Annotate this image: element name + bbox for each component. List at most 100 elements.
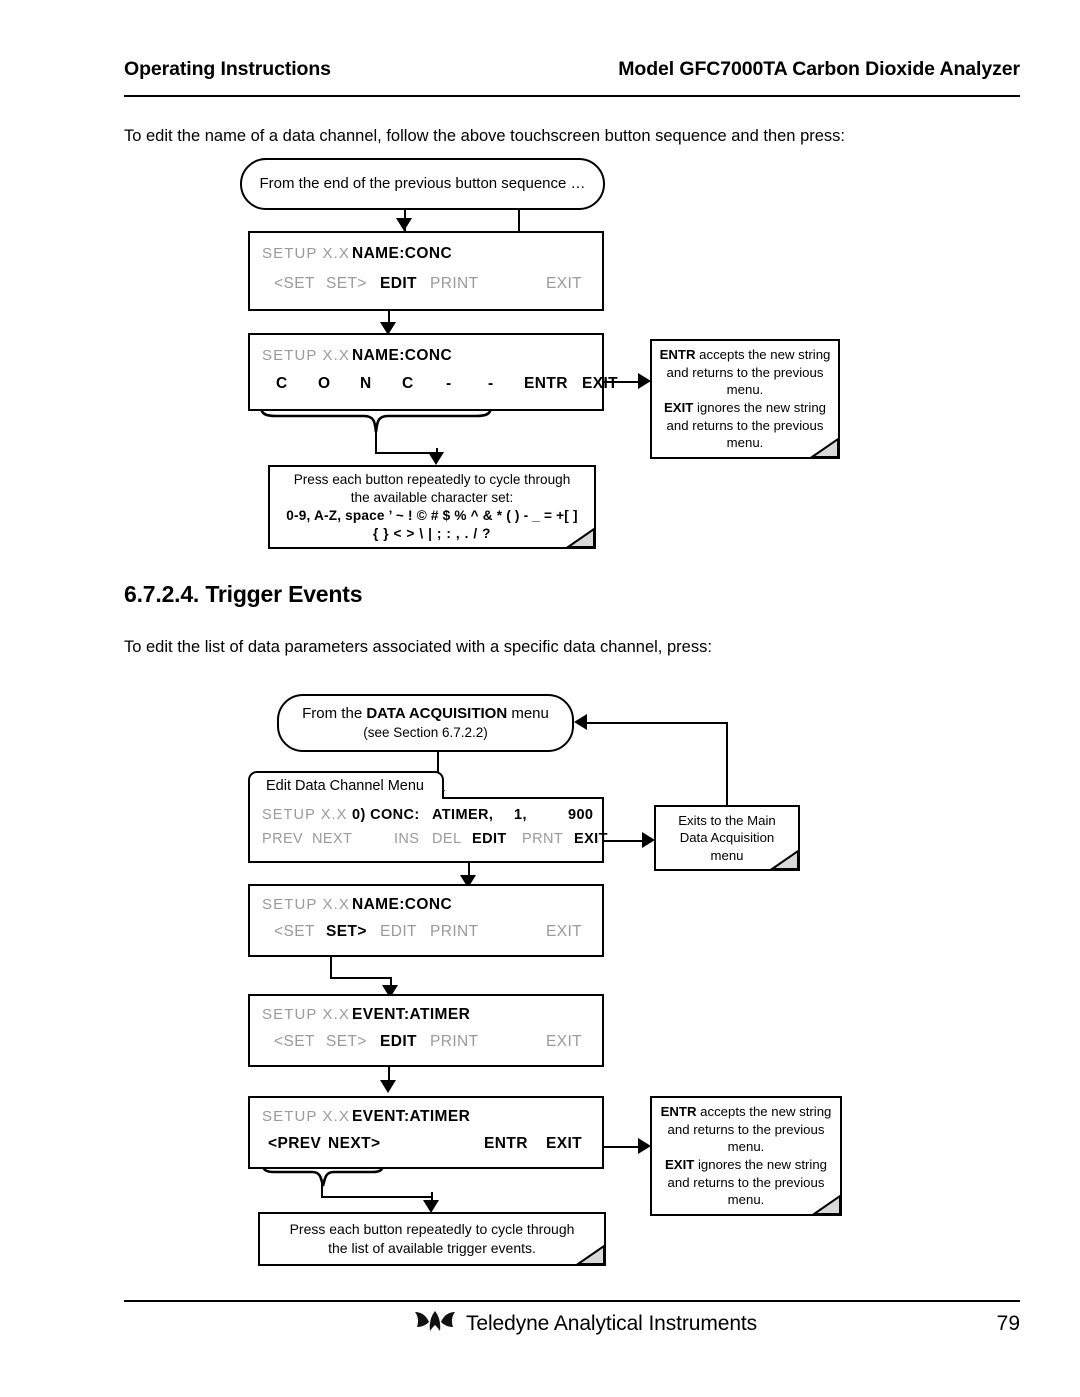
intro-paragraph-1: To edit the name of a data channel, foll… — [124, 127, 845, 145]
flow1-display-1-button-edit[interactable]: EDIT — [380, 275, 417, 293]
flow2-exit-return-arrow — [574, 714, 587, 730]
flow2-display-2-button-exit[interactable]: EXIT — [546, 923, 582, 941]
flow1-display-1-button-exit[interactable]: EXIT — [546, 275, 582, 293]
flow1-brace-stem-vline — [375, 430, 377, 452]
flow1-display-2-char-2[interactable]: O — [318, 375, 330, 393]
flow2-display-3-title: EVENT:ATIMER — [352, 1006, 471, 1023]
flow1-note-line-6: menu. — [726, 435, 764, 451]
flow1-capsule-feed-vline — [518, 210, 520, 232]
flow2-display-1-setup: SETUP X.X — [262, 807, 348, 823]
flow2-display-1-button-next[interactable]: NEXT — [312, 831, 352, 847]
flow2-brace-stem-vline — [321, 1182, 323, 1196]
flow2-display-2-button-print[interactable]: PRINT — [430, 923, 479, 941]
flow1-charset-line-1: Press each button repeatedly to cycle th… — [293, 471, 571, 487]
flow2-display-3-button-set-right[interactable]: SET> — [326, 1033, 367, 1051]
flow2-note-exit-rest: ignores the new string — [694, 1157, 827, 1172]
flow1-display-2-char-5[interactable]: - — [446, 375, 452, 393]
flow2-display-4-button-next[interactable]: NEXT> — [328, 1135, 380, 1153]
flow2-display-4-button-prev[interactable]: <PREV — [268, 1135, 321, 1153]
flow2-display-1-button-ins[interactable]: INS — [394, 831, 419, 847]
header-divider — [124, 95, 1020, 97]
flow1-display-2-setup: SETUP X.X — [262, 347, 350, 364]
page-header: Operating Instructions Model GFC7000TA C… — [124, 58, 1020, 98]
flow2-tab-label-text: Edit Data Channel Menu — [266, 778, 424, 794]
flow2-display-1-button-del[interactable]: DEL — [432, 831, 461, 847]
flow2-display-3-button-edit[interactable]: EDIT — [380, 1033, 417, 1051]
flow2-exit-note-line-3: menu — [710, 847, 744, 863]
flow2-note-line-5: and returns to the previous — [667, 1174, 825, 1190]
flow2-exit-note: Exits to the Main Data Acquisition menu — [654, 805, 800, 871]
flow2-set-to-display3-hline — [330, 977, 392, 979]
flow1-note-line-3: menu. — [726, 382, 764, 398]
flow2-display-2-button-edit[interactable]: EDIT — [380, 923, 417, 941]
flow2-note-exit-bold: EXIT — [665, 1157, 695, 1172]
intro-paragraph-2: To edit the list of data parameters asso… — [124, 638, 712, 656]
flow2-start-capsule: From the DATA ACQUISITION menu (see Sect… — [277, 694, 574, 752]
flow1-display-1-title: NAME:CONC — [352, 245, 453, 262]
flow1-display-2-button-entr[interactable]: ENTR — [524, 375, 568, 393]
flow1-charset-note: Press each button repeatedly to cycle th… — [268, 465, 596, 549]
flow2-display-1-button-prnt[interactable]: PRNT — [522, 831, 563, 847]
flow2-display-1-field-count: 1, — [514, 807, 527, 823]
flow2-display-4-title: EVENT:ATIMER — [352, 1108, 471, 1125]
flow2-display-3-button-exit[interactable]: EXIT — [546, 1033, 582, 1051]
flow2-display-3-button-print[interactable]: PRINT — [430, 1033, 479, 1051]
flow1-charset-line-4: { } < > \ | ; : , . / ? — [372, 526, 492, 542]
flow2-note-entr-bold: ENTR — [660, 1104, 697, 1120]
flow1-note-line-5: and returns to the previous — [666, 417, 824, 433]
flow2-cycle-note-line-1: Press each button repeatedly to cycle th… — [289, 1221, 575, 1238]
flow1-display-1-button-set-left[interactable]: <SET — [274, 275, 315, 293]
flow1-display-2-char-1[interactable]: C — [276, 375, 288, 393]
flow2-display-3-setup: SETUP X.X — [262, 1006, 350, 1023]
flow2-note-line-6: menu. — [727, 1192, 765, 1208]
flow2-cycle-note: Press each button repeatedly to cycle th… — [258, 1212, 606, 1266]
flow2-display-1-button-prev[interactable]: PREV — [262, 831, 303, 847]
flow2-note-line-2: and returns to the previous — [667, 1121, 825, 1137]
flow2-brace-stem-hline — [321, 1196, 433, 1198]
flow2-display-1-button-exit[interactable]: EXIT — [574, 831, 608, 847]
flow1-note-entr-rest: accepts the new string — [695, 347, 831, 363]
flow2-display-1-button-edit[interactable]: EDIT — [472, 831, 507, 847]
flow1-entr-exit-note: ENTR accepts the new string and returns … — [650, 339, 840, 459]
flow1-display-2-title: NAME:CONC — [352, 347, 453, 364]
flow1-note-line-2: and returns to the previous — [666, 364, 824, 380]
flow2-note-entr-rest: accepts the new string — [696, 1104, 832, 1120]
flow2-exit-note-line-1: Exits to the Main — [678, 812, 776, 828]
flow2-note-line-3: menu. — [727, 1139, 765, 1155]
teledyne-wings-logo-icon — [415, 1311, 455, 1331]
flow2-capsule-prefix: From the — [302, 705, 367, 723]
flow2-display-4-button-exit[interactable]: EXIT — [546, 1135, 582, 1153]
flow2-set-to-display3-vline-a — [330, 957, 332, 977]
flow2-display-2-title: NAME:CONC — [352, 896, 453, 913]
flow2-entr-exit-note: ENTR accepts the new string and returns … — [650, 1096, 842, 1216]
flow2-display-4-setup: SETUP X.X — [262, 1108, 350, 1125]
flow1-display-2-char-6[interactable]: - — [488, 375, 494, 393]
flow1-arrow-into-charset-note — [428, 452, 444, 465]
flow2-display-2-button-set-right[interactable]: SET> — [326, 923, 367, 941]
flow2-capsule-subtext: (see Section 6.7.2.2) — [363, 724, 488, 740]
flow1-display-2-char-3[interactable]: N — [360, 375, 372, 393]
flow2-display-2-setup: SETUP X.X — [262, 896, 350, 913]
flow2-display-1-field-index: 0) CONC: — [352, 807, 420, 823]
footer-divider — [124, 1300, 1020, 1302]
flow1-display-1-setup: SETUP X.X — [262, 245, 350, 262]
flow1-display-1-button-print[interactable]: PRINT — [430, 275, 479, 293]
flow2-display-4: SETUP X.X EVENT:ATIMER <PREV NEXT> ENTR … — [248, 1096, 604, 1169]
flow2-display-3-button-set-left[interactable]: <SET — [274, 1033, 315, 1051]
flow1-start-capsule-text: From the end of the previous button sequ… — [259, 175, 586, 193]
flow1-arrow-into-display1 — [396, 218, 412, 231]
flow1-display-2-button-exit[interactable]: EXIT — [582, 375, 618, 393]
section-heading: 6.7.2.4. Trigger Events — [124, 581, 363, 607]
header-right-title: Model GFC7000TA Carbon Dioxide Analyzer — [618, 58, 1020, 80]
footer-page-number: 79 — [996, 1312, 1020, 1335]
flow1-display-2-char-4[interactable]: C — [402, 375, 414, 393]
header-left-title: Operating Instructions — [124, 58, 331, 80]
flow2-edit-data-channel-tab: Edit Data Channel Menu — [248, 771, 444, 799]
flow2-display-4-button-entr[interactable]: ENTR — [484, 1135, 528, 1153]
flow1-note-exit-rest: ignores the new string — [693, 400, 826, 415]
flow1-display-1-button-set-right[interactable]: SET> — [326, 275, 367, 293]
flow2-exit-return-hline — [586, 722, 728, 724]
flow2-exit-return-vline — [726, 722, 728, 817]
flow2-capsule-bold: DATA ACQUISITION — [366, 705, 508, 723]
flow2-display-2-button-set-left[interactable]: <SET — [274, 923, 315, 941]
